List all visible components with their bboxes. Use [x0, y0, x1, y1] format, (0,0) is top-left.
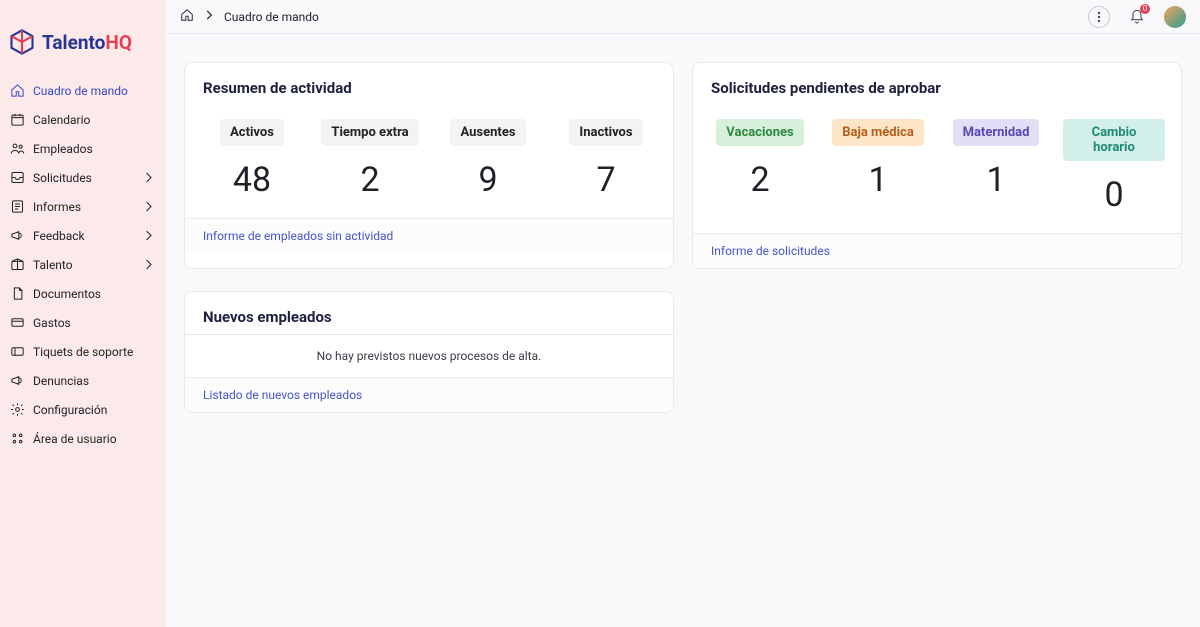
- alert-icon: [10, 373, 25, 388]
- new-employees-card: Nuevos empleados No hay previstos nuevos…: [184, 291, 674, 413]
- logo[interactable]: TalentoHQ: [0, 12, 166, 76]
- stat-value: 2: [709, 160, 811, 200]
- ticket-icon: [10, 344, 25, 359]
- chevron-right-icon: [202, 8, 216, 25]
- requests-report-link[interactable]: Informe de solicitudes: [693, 233, 1181, 268]
- chevron-right-icon: [141, 199, 156, 214]
- sidebar-item-inbox[interactable]: Solicitudes: [0, 163, 166, 192]
- stat-value: 7: [555, 160, 657, 200]
- stat-item: Tiempo extra 2: [319, 119, 421, 200]
- sidebar-item-label: Denuncias: [33, 374, 89, 388]
- sidebar-item-box[interactable]: Talento: [0, 250, 166, 279]
- chevron-right-icon: [141, 170, 156, 185]
- stat-item: Activos 48: [201, 119, 303, 200]
- stat-label: Baja médica: [832, 119, 924, 146]
- stat-label: Maternidad: [953, 119, 1040, 146]
- sidebar-item-calendar[interactable]: Calendario: [0, 105, 166, 134]
- requests-card: Solicitudes pendientes de aprobar Vacaci…: [692, 62, 1182, 269]
- chevron-right-icon: [141, 228, 156, 243]
- users-icon: [10, 141, 25, 156]
- sidebar-item-label: Feedback: [33, 229, 85, 243]
- sidebar-item-label: Configuración: [33, 403, 107, 417]
- stat-label: Inactivos: [569, 119, 642, 146]
- main: Cuadro de mando 0 Resumen de actividad A…: [166, 0, 1200, 627]
- card-icon: [10, 315, 25, 330]
- chevron-right-icon: [141, 257, 156, 272]
- stat-item: Cambio horario 0: [1063, 119, 1165, 215]
- sidebar-item-userarea[interactable]: Área de usuario: [0, 424, 166, 453]
- topbar: Cuadro de mando 0: [166, 0, 1200, 34]
- sidebar-item-report[interactable]: Informes: [0, 192, 166, 221]
- stat-item: Maternidad 1: [945, 119, 1047, 215]
- breadcrumb-title: Cuadro de mando: [224, 10, 319, 24]
- megaphone-icon: [10, 228, 25, 243]
- content: Resumen de actividad Activos 48 Tiempo ext…: [166, 34, 1200, 441]
- stat-label: Cambio horario: [1063, 119, 1165, 161]
- sidebar-item-label: Documentos: [33, 287, 101, 301]
- sidebar-item-alert[interactable]: Denuncias: [0, 366, 166, 395]
- stat-label: Activos: [220, 119, 284, 146]
- user-avatar[interactable]: [1164, 6, 1186, 28]
- stat-label: Tiempo extra: [321, 119, 418, 146]
- stat-item: Ausentes 9: [437, 119, 539, 200]
- stat-value: 9: [437, 160, 539, 200]
- stat-value: 0: [1063, 175, 1165, 215]
- activity-title: Resumen de actividad: [185, 63, 673, 105]
- stat-item: Vacaciones 2: [709, 119, 811, 215]
- sidebar-item-label: Gastos: [33, 316, 71, 330]
- report-icon: [10, 199, 25, 214]
- inbox-icon: [10, 170, 25, 185]
- sidebar-item-label: Informes: [33, 200, 81, 214]
- sidebar-item-label: Tiquets de soporte: [33, 345, 133, 359]
- activity-card: Resumen de actividad Activos 48 Tiempo ext…: [184, 62, 674, 269]
- home-icon[interactable]: [180, 8, 194, 25]
- new-employees-empty: No hay previstos nuevos procesos de alta…: [185, 334, 673, 377]
- box-icon: [10, 257, 25, 272]
- calendar-icon: [10, 112, 25, 127]
- sidebar-item-doc[interactable]: Documentos: [0, 279, 166, 308]
- logo-cube-icon: [8, 28, 36, 56]
- stat-value: 1: [827, 160, 929, 200]
- new-employees-title: Nuevos empleados: [185, 292, 673, 334]
- logo-text: TalentoHQ: [42, 31, 132, 54]
- activity-report-link[interactable]: Informe de empleados sin actividad: [185, 218, 673, 253]
- doc-icon: [10, 286, 25, 301]
- sidebar-item-megaphone[interactable]: Feedback: [0, 221, 166, 250]
- sidebar-item-gear[interactable]: Configuración: [0, 395, 166, 424]
- stat-item: Inactivos 7: [555, 119, 657, 200]
- notifications-button[interactable]: 0: [1126, 6, 1148, 28]
- sidebar-item-card[interactable]: Gastos: [0, 308, 166, 337]
- stat-label: Vacaciones: [716, 119, 803, 146]
- sidebar-item-ticket[interactable]: Tiquets de soporte: [0, 337, 166, 366]
- stat-value: 2: [319, 160, 421, 200]
- sidebar-item-label: Cuadro de mando: [33, 84, 128, 98]
- sidebar-item-home[interactable]: Cuadro de mando: [0, 76, 166, 105]
- userarea-icon: [10, 431, 25, 446]
- more-options-button[interactable]: [1088, 6, 1110, 28]
- requests-title: Solicitudes pendientes de aprobar: [693, 63, 1181, 105]
- sidebar-item-label: Talento: [33, 258, 73, 272]
- sidebar-item-users[interactable]: Empleados: [0, 134, 166, 163]
- sidebar-item-label: Solicitudes: [33, 171, 92, 185]
- stat-label: Ausentes: [450, 119, 525, 146]
- sidebar-item-label: Área de usuario: [33, 432, 117, 446]
- stat-value: 1: [945, 160, 1047, 200]
- sidebar-item-label: Calendario: [33, 113, 90, 127]
- breadcrumb: Cuadro de mando: [180, 8, 319, 25]
- sidebar: TalentoHQ Cuadro de mando Calendario Emple…: [0, 0, 166, 627]
- sidebar-item-label: Empleados: [33, 142, 93, 156]
- stat-item: Baja médica 1: [827, 119, 929, 215]
- home-icon: [10, 83, 25, 98]
- notification-badge: 0: [1140, 4, 1150, 14]
- new-employees-link[interactable]: Listado de nuevos empleados: [185, 377, 673, 412]
- stat-value: 48: [201, 160, 303, 200]
- gear-icon: [10, 402, 25, 417]
